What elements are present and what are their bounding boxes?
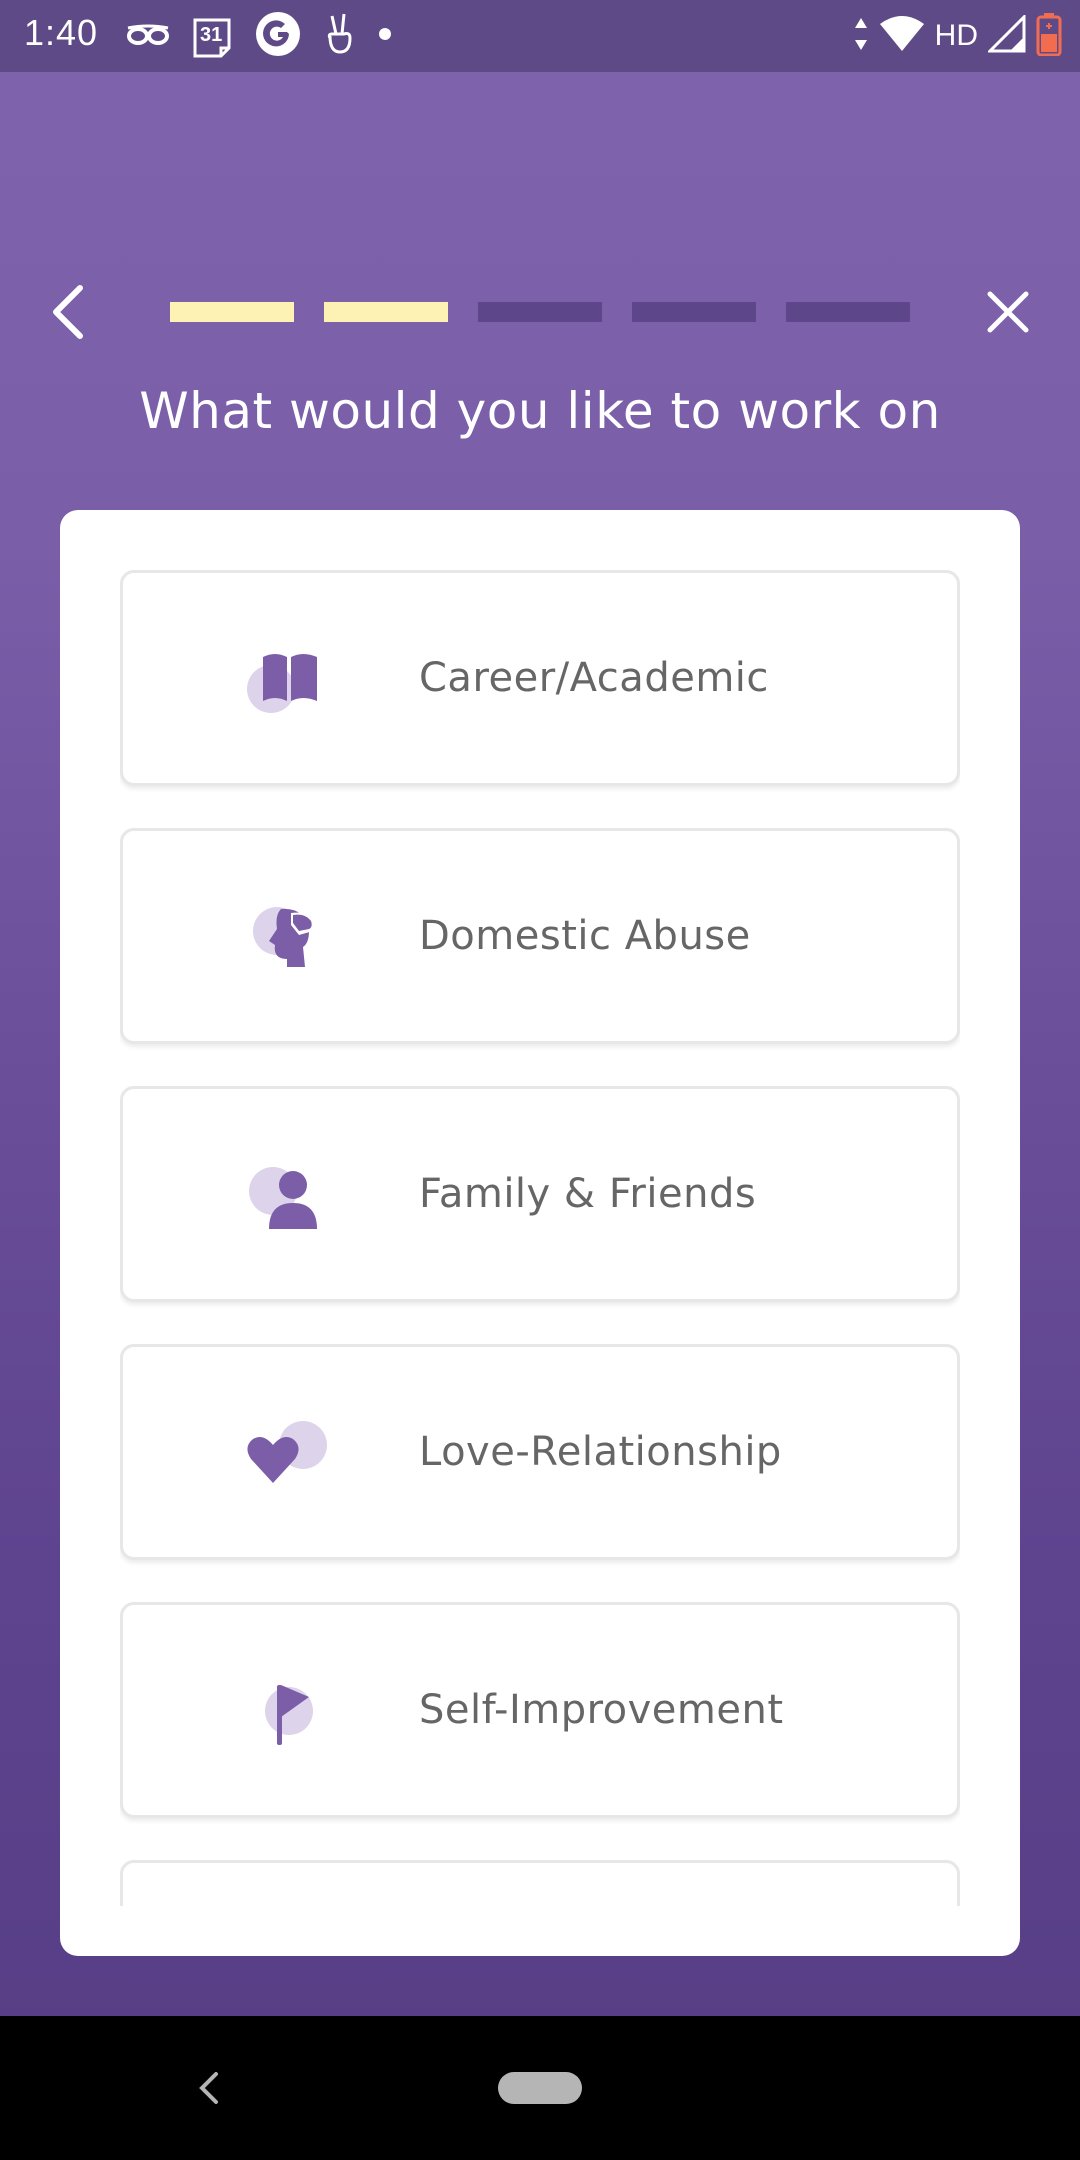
data-arrows-icon [853, 16, 869, 57]
topic-label: Family & Friends [419, 1171, 757, 1217]
chevron-left-icon [53, 285, 83, 339]
status-time: 1:40 [24, 12, 99, 53]
back-button[interactable] [46, 282, 94, 342]
progress-step-complete [170, 302, 294, 322]
progress-step-complete [324, 302, 448, 322]
network-type: HD [934, 19, 978, 52]
progress-step-pending [478, 302, 602, 322]
topic-card: Career/Academic Domestic Abuse Family & … [60, 510, 1020, 1956]
battery-icon [1036, 12, 1062, 61]
peace-hand-icon [324, 12, 356, 61]
topic-list[interactable]: Career/Academic Domestic Abuse Family & … [120, 570, 960, 1906]
glasses-icon [126, 22, 170, 51]
dot-icon [378, 27, 392, 46]
topic-career-academic[interactable]: Career/Academic [120, 570, 960, 786]
topic-label: Love-Relationship [419, 1429, 782, 1475]
heart-icon [243, 1417, 333, 1497]
system-nav-bar [0, 2016, 1080, 2160]
book-icon [243, 643, 333, 723]
status-system-icons: HD [853, 10, 1062, 62]
page-title: What would you like to work on [139, 382, 941, 440]
status-notification-icons: 31 [126, 10, 392, 62]
nav-home-pill[interactable] [498, 2072, 582, 2104]
topic-label: Career/Academic [419, 655, 769, 701]
topic-self-improvement[interactable]: Self-Improvement [120, 1602, 960, 1818]
close-button[interactable] [984, 288, 1032, 336]
status-bar: 1:40 31 HD [0, 0, 1080, 72]
topic-label: Domestic Abuse [419, 913, 751, 959]
nav-back-icon [199, 2072, 218, 2104]
head-hand-icon [243, 901, 333, 981]
signal-icon [986, 12, 1026, 58]
topic-love-relationship[interactable]: Love-Relationship [120, 1344, 960, 1560]
calendar-day: 31 [200, 24, 223, 46]
close-icon [987, 291, 1029, 333]
wifi-icon [879, 15, 925, 57]
topic-family-friends[interactable]: Family & Friends [120, 1086, 960, 1302]
calendar-icon: 31 [192, 14, 232, 58]
topic-domestic-abuse[interactable]: Domestic Abuse [120, 828, 960, 1044]
person-icon [243, 1159, 333, 1239]
topic-label: Self-Improvement [419, 1687, 784, 1733]
progress-step-pending [786, 302, 910, 322]
google-icon [254, 10, 302, 63]
progress-step-pending [632, 302, 756, 322]
flag-icon [243, 1675, 333, 1755]
nav-back-button[interactable] [194, 2068, 224, 2108]
topic-next-partial[interactable] [120, 1860, 960, 1906]
